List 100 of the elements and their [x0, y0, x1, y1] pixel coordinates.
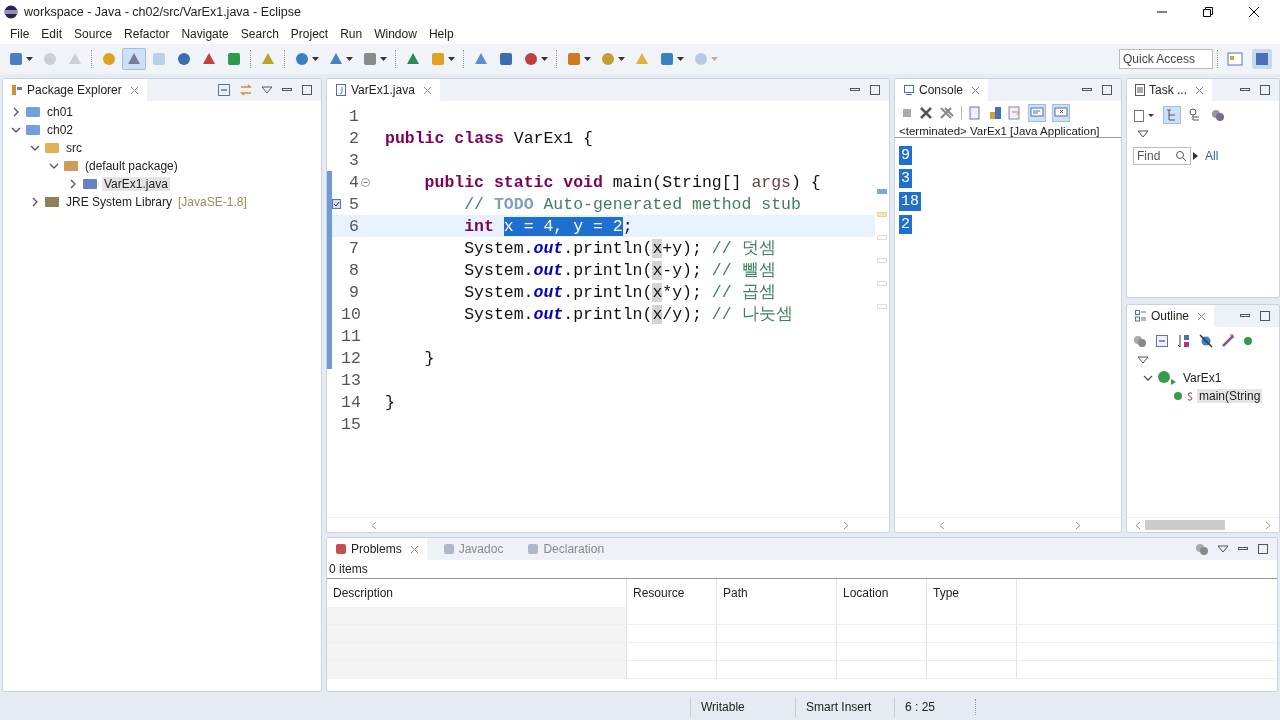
- view-menu-icon[interactable]: [261, 85, 273, 95]
- find-field[interactable]: Find: [1133, 147, 1191, 165]
- dropdown-arrow-icon[interactable]: [584, 56, 591, 62]
- tab-label: Javadoc: [458, 542, 504, 556]
- dropdown-arrow-icon[interactable]: [677, 56, 684, 62]
- scroll-right-icon[interactable]: [1265, 520, 1271, 530]
- java-perspective-icon[interactable]: [1251, 48, 1273, 70]
- fold-icon[interactable]: [360, 177, 370, 187]
- tab-label: Package Explorer: [27, 83, 122, 97]
- menu-item[interactable]: Refactor: [118, 27, 176, 41]
- menu-item[interactable]: Edit: [35, 27, 69, 41]
- triangle-icon: [1193, 152, 1199, 160]
- menu-item[interactable]: Navigate: [175, 27, 235, 41]
- view-tab[interactable]: Package Explorer: [3, 79, 147, 101]
- hide-fields-icon[interactable]: [1199, 334, 1213, 348]
- dropdown-arrow-icon[interactable]: [312, 56, 319, 62]
- toolbar-button[interactable]: [122, 48, 146, 70]
- close-icon[interactable]: [1248, 6, 1260, 18]
- categorize-toggle[interactable]: [1163, 106, 1181, 124]
- expanded-chevron-icon[interactable]: [49, 161, 59, 171]
- tree-item[interactable]: ch02: [45, 123, 76, 137]
- menu-item[interactable]: Search: [234, 27, 285, 41]
- triangle-icon: [634, 51, 650, 67]
- perspective-icon[interactable]: [1226, 50, 1244, 68]
- collapsed-chevron-icon[interactable]: [68, 179, 78, 189]
- line-number: 15: [341, 414, 359, 434]
- show-on-error-toggle[interactable]: [1052, 104, 1070, 122]
- expanded-chevron-icon[interactable]: [11, 125, 21, 135]
- outline-item[interactable]: VarEx1: [1181, 371, 1224, 385]
- clear-console-icon[interactable]: [968, 106, 982, 120]
- view-tab[interactable]: Problems: [327, 538, 427, 560]
- library-version: [JavaSE-1.8]: [178, 195, 247, 209]
- circle-icon: [176, 51, 192, 67]
- view-tab[interactable]: Outline: [1127, 305, 1215, 327]
- triangle-icon: [260, 51, 276, 67]
- view-tab[interactable]: Console: [895, 79, 989, 101]
- dropdown-arrow-icon[interactable]: [448, 56, 455, 62]
- dropdown-arrow-icon[interactable]: [541, 56, 548, 62]
- column-header[interactable]: Location: [837, 579, 927, 607]
- view-menu-icon[interactable]: [1137, 129, 1149, 139]
- scroll-left-icon[interactable]: [371, 520, 377, 530]
- column-header[interactable]: Resource: [627, 579, 717, 607]
- scroll-left-icon[interactable]: [939, 520, 945, 530]
- public-members-icon[interactable]: [1243, 336, 1253, 346]
- maximize-view-icon[interactable]: [1257, 543, 1269, 555]
- collapsed-chevron-icon[interactable]: [11, 107, 21, 117]
- scrollbar-thumb[interactable]: [1145, 520, 1225, 530]
- tree-item[interactable]: JRE System Library: [64, 195, 175, 209]
- view-menu-icon[interactable]: [1137, 355, 1149, 365]
- new-task-icon[interactable]: [1133, 108, 1155, 122]
- remove-icon[interactable]: [919, 106, 933, 120]
- menu-item[interactable]: Project: [284, 27, 335, 41]
- eclipse-logo-icon: [4, 5, 18, 19]
- java-file-icon: [335, 84, 347, 96]
- view-menu-icon[interactable]: [1217, 544, 1229, 554]
- expanded-chevron-icon[interactable]: [30, 143, 40, 153]
- maximize-view-icon[interactable]: [301, 84, 313, 96]
- column-header[interactable]: Type: [927, 579, 1017, 607]
- quick-access-field[interactable]: Quick Access: [1119, 49, 1213, 69]
- console-status: <terminated> VarEx1 [Java Application]: [895, 125, 1121, 138]
- line-number: 3: [348, 150, 359, 170]
- tree-item[interactable]: VarEx1.java: [102, 177, 170, 191]
- dropdown-arrow-icon[interactable]: [26, 56, 33, 62]
- tree-item[interactable]: ch01: [45, 105, 76, 119]
- maximize-view-icon[interactable]: [869, 84, 881, 96]
- filter-link[interactable]: All: [1205, 149, 1219, 163]
- stop-icon[interactable]: [901, 107, 913, 119]
- collapse-all-icon[interactable]: [1155, 334, 1169, 348]
- file-icon: [82, 177, 98, 191]
- menu-item[interactable]: File: [4, 27, 36, 41]
- scroll-right-icon[interactable]: [1075, 520, 1081, 530]
- maximize-view-icon[interactable]: [1259, 310, 1271, 322]
- outline-item[interactable]: main(String: [1197, 389, 1263, 403]
- package-icon: [63, 159, 79, 173]
- sort-icon[interactable]: [1177, 334, 1191, 348]
- tree-item[interactable]: (default package): [83, 159, 180, 173]
- show-on-output-toggle[interactable]: [1028, 104, 1046, 122]
- menu-item[interactable]: Window: [368, 27, 423, 41]
- menu-item[interactable]: Run: [334, 27, 369, 41]
- tab-label: Console: [919, 83, 964, 97]
- scroll-right-icon[interactable]: [843, 520, 849, 530]
- dropdown-arrow-icon[interactable]: [380, 56, 387, 62]
- editor-tab[interactable]: VarEx1.java: [327, 79, 440, 101]
- dropdown-arrow-icon[interactable]: [346, 56, 353, 62]
- expanded-chevron-icon[interactable]: [1143, 373, 1153, 383]
- circle-icon: [693, 51, 709, 67]
- maximize-view-icon[interactable]: [1101, 84, 1113, 96]
- maximize-view-icon[interactable]: [1259, 84, 1271, 96]
- remove-all-icon[interactable]: [939, 106, 955, 120]
- menu-item[interactable]: Help: [422, 27, 460, 41]
- collapse-all-icon[interactable]: [217, 83, 231, 97]
- collapsed-chevron-icon[interactable]: [30, 197, 40, 207]
- menu-item[interactable]: Source: [68, 27, 119, 41]
- view-tab[interactable]: Task ...: [1127, 79, 1212, 101]
- column-header[interactable]: Path: [717, 579, 837, 607]
- restore-icon[interactable]: [1202, 6, 1214, 18]
- square-icon: [226, 51, 242, 67]
- scroll-left-icon[interactable]: [1135, 520, 1141, 530]
- tree-item[interactable]: src: [64, 141, 84, 155]
- dropdown-arrow-icon[interactable]: [618, 56, 625, 62]
